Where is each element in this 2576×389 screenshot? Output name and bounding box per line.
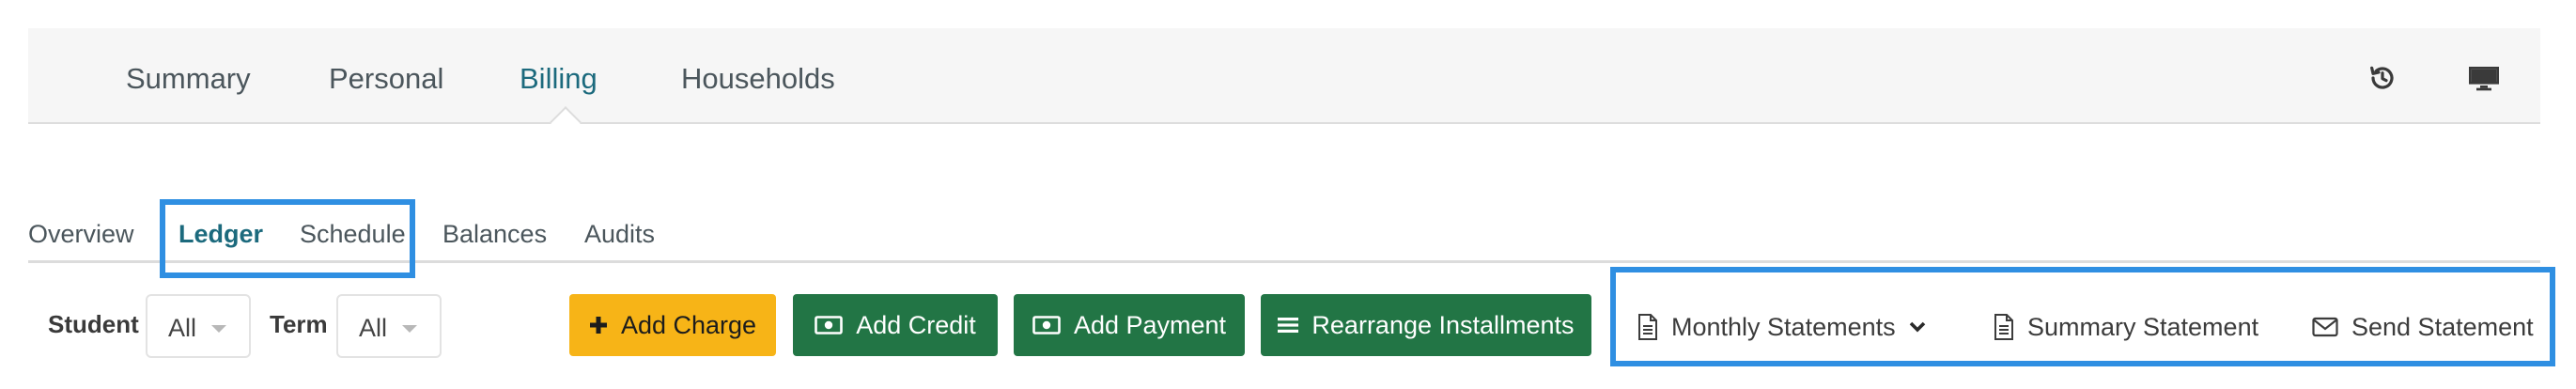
chevron-down-icon — [402, 325, 417, 333]
monthly-statements-dropdown[interactable]: Monthly Statements — [1637, 306, 1926, 348]
money-bill-icon — [815, 316, 844, 335]
send-statement-button[interactable]: Send Statement — [2312, 306, 2534, 348]
tab-households[interactable]: Households — [681, 28, 835, 122]
list-icon — [1278, 316, 1299, 335]
summary-statement-button[interactable]: Summary Statement — [1994, 306, 2258, 348]
file-icon — [1994, 314, 2014, 340]
term-select-value: All — [359, 314, 388, 342]
add-charge-button[interactable]: Add Charge — [569, 294, 776, 356]
term-label: Term — [270, 310, 328, 338]
plus-icon — [589, 316, 608, 335]
chevron-down-icon — [1909, 320, 1926, 334]
rearrange-installments-button[interactable]: Rearrange Installments — [1261, 294, 1591, 356]
tab-summary[interactable]: Summary — [126, 28, 251, 122]
student-label: Student — [48, 310, 139, 338]
add-payment-button[interactable]: Add Payment — [1014, 294, 1245, 356]
tab-personal[interactable]: Personal — [329, 28, 443, 122]
top-nav: Summary Personal Billing Households — [28, 28, 2540, 138]
term-select[interactable]: All — [336, 294, 442, 358]
student-select[interactable]: All — [146, 294, 251, 358]
send-statement-label: Send Statement — [2351, 312, 2534, 341]
file-icon — [1637, 314, 1658, 340]
subtab-overview[interactable]: Overview — [28, 184, 134, 259]
add-credit-label: Add Credit — [856, 310, 976, 339]
tab-billing[interactable]: Billing — [520, 28, 597, 122]
add-payment-label: Add Payment — [1073, 310, 1227, 339]
chevron-down-icon — [211, 325, 226, 333]
summary-statement-label: Summary Statement — [2027, 312, 2259, 341]
history-icon[interactable] — [2364, 59, 2401, 97]
student-select-value: All — [168, 314, 197, 342]
highlight-box-tabs — [160, 199, 415, 278]
monthly-statements-label: Monthly Statements — [1671, 312, 1896, 341]
add-credit-button[interactable]: Add Credit — [793, 294, 998, 356]
envelope-icon — [2312, 317, 2338, 337]
add-charge-label: Add Charge — [620, 310, 757, 339]
money-bill-icon — [1032, 316, 1061, 335]
subtab-audits[interactable]: Audits — [584, 184, 655, 259]
subtab-balances[interactable]: Balances — [442, 184, 547, 259]
rearrange-installments-label: Rearrange Installments — [1311, 310, 1575, 339]
desktop-icon[interactable] — [2465, 59, 2503, 97]
